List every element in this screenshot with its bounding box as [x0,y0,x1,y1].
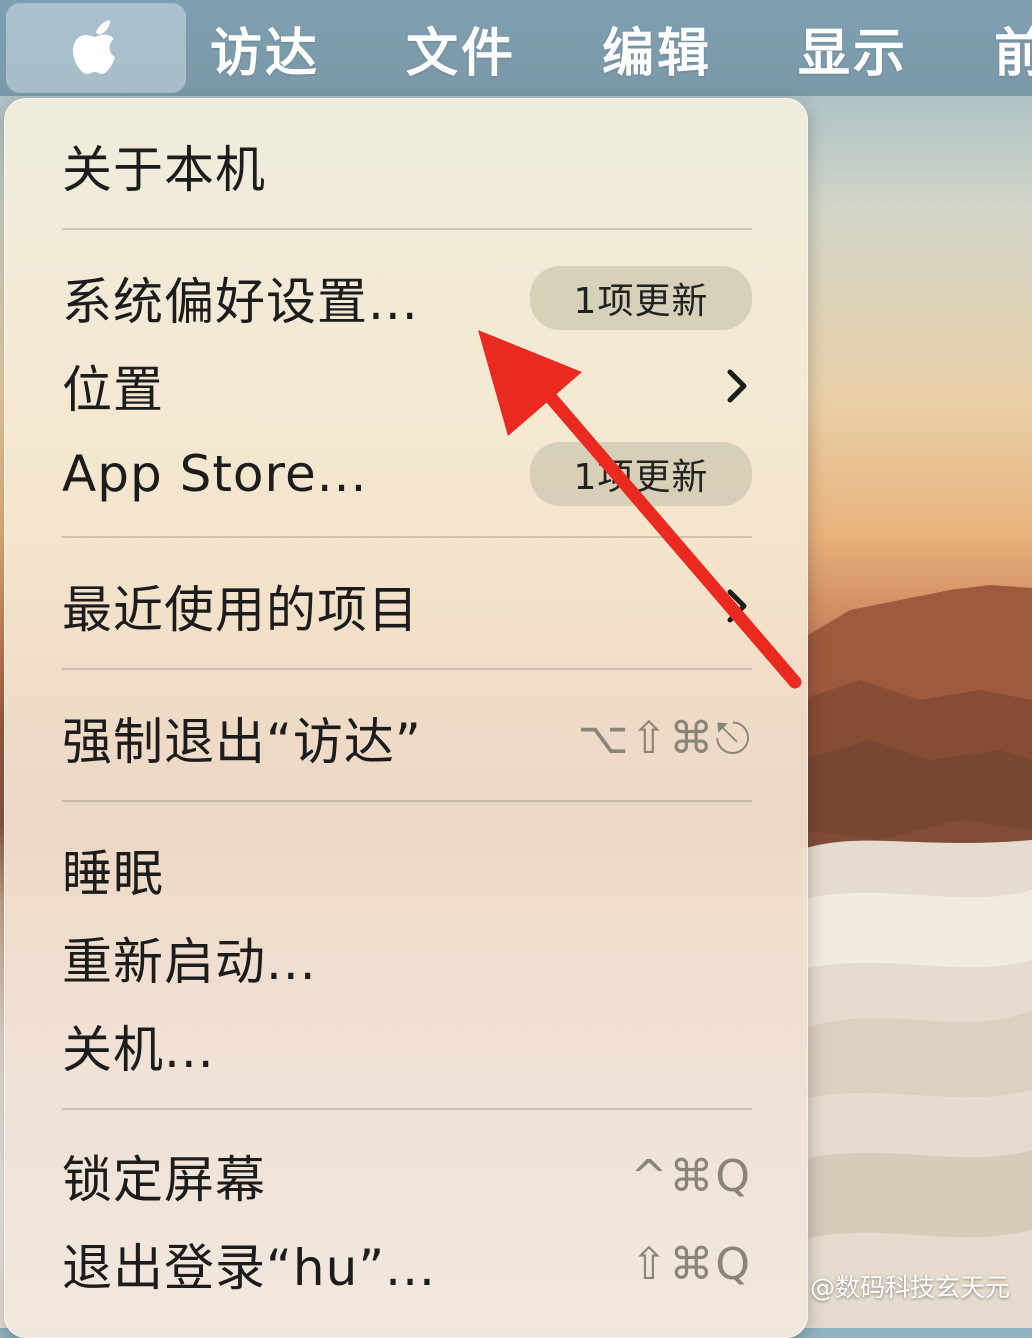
menu-separator [62,228,752,230]
menu-item-label: 最近使用的项目 [62,581,419,639]
menu-item-label: 退出登录“hu”... [62,1239,436,1297]
menu-item-label: 系统偏好设置... [62,273,419,331]
watermark: @数码科技玄天元 [810,1268,1010,1304]
menu-separator [62,668,752,670]
menu-item-system-preferences[interactable]: 系统偏好设置... 1项更新 [62,264,752,332]
menubar-go[interactable]: 前往 [994,11,1032,86]
menu-item-label: 强制退出“访达” [62,713,422,771]
menu-item-restart[interactable]: 重新启动... [62,926,752,991]
menu-item-shut-down[interactable]: 关机... [62,1014,752,1079]
update-badge: 1项更新 [530,442,752,506]
menu-item-about[interactable]: 关于本机 [62,134,752,199]
apple-dropdown-menu: 关于本机 系统偏好设置... 1项更新 位置 App Store... 1项更新… [4,98,808,1338]
menu-item-app-store[interactable]: App Store... 1项更新 [62,440,752,508]
menu-separator [62,536,752,538]
menubar-file[interactable]: 文件 [406,11,516,86]
menu-item-sleep[interactable]: 睡眠 [62,838,752,903]
menubar-view[interactable]: 显示 [798,11,908,86]
keyboard-shortcut: ^⌘Q [630,1150,752,1202]
menu-item-label: 锁定屏幕 [62,1151,266,1209]
menu-item-label: 位置 [62,361,164,419]
keyboard-shortcut: ⌥⇧⌘⎋ [577,712,752,764]
menu-item-label: 关于本机 [62,141,266,199]
chevron-right-icon [722,586,752,626]
keyboard-shortcut: ⇧⌘Q [630,1238,752,1290]
menu-separator [62,800,752,802]
apple-logo-icon [73,20,115,74]
menu-item-lock-screen[interactable]: 锁定屏幕 ^⌘Q [62,1144,752,1210]
menu-item-label: App Store... [62,445,368,503]
watermark-text: @数码科技玄天元 [809,1273,1010,1302]
menu-separator [62,1108,752,1110]
menu-item-log-out[interactable]: 退出登录“hu”... ⇧⌘Q [62,1232,752,1298]
menu-item-location[interactable]: 位置 [62,354,752,419]
apple-menu-button[interactable] [6,3,186,93]
menu-item-label: 关机... [62,1021,215,1079]
menu-item-recent-items[interactable]: 最近使用的项目 [62,574,752,639]
chevron-right-icon [722,366,752,406]
menu-item-label: 睡眠 [62,845,164,903]
menu-item-force-quit[interactable]: 强制退出“访达” ⌥⇧⌘⎋ [62,706,752,772]
menu-item-label: 重新启动... [62,933,317,991]
menu-bar: 访达 文件 编辑 显示 前往 [0,0,1032,96]
update-badge: 1项更新 [530,266,752,330]
menubar-finder[interactable]: 访达 [210,11,320,86]
menubar-edit[interactable]: 编辑 [602,11,712,86]
